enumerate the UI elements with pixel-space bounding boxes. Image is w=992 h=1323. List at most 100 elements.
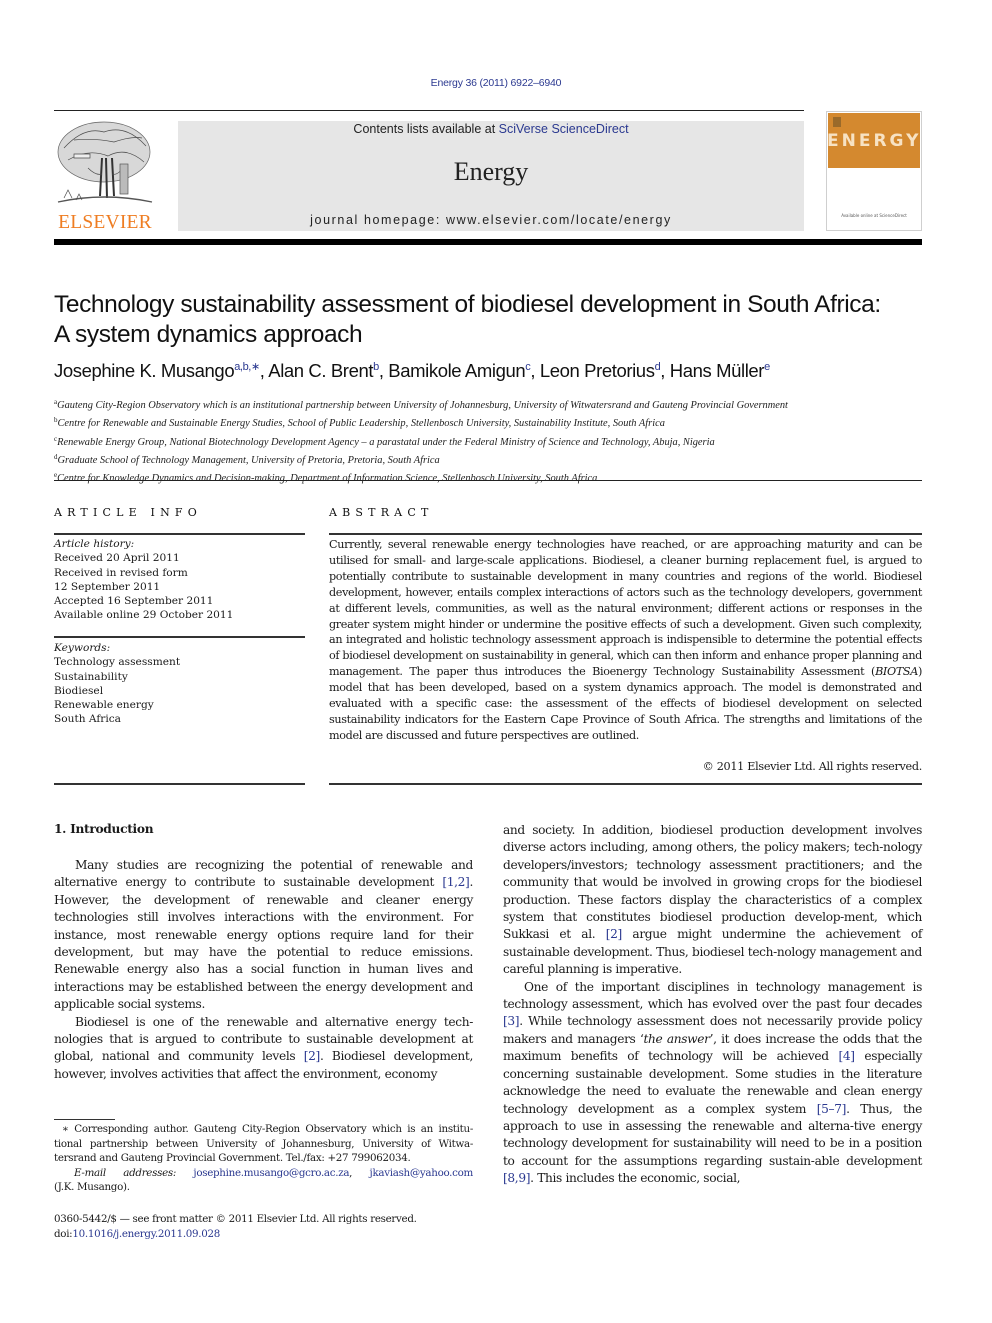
issn-line: 0360-5442/$ — see front matter © 2011 El… xyxy=(54,1213,417,1225)
front-matter: 0360-5442/$ — see front matter © 2011 El… xyxy=(54,1212,494,1241)
doi-link[interactable]: 10.1016/j.energy.2011.09.028 xyxy=(72,1228,220,1240)
author-affiliation-link[interactable]: a,b,∗ xyxy=(234,361,260,373)
history-label: Article history: xyxy=(54,538,135,550)
email-line: E-mail addresses: josephine.musango@gcro… xyxy=(74,1166,474,1179)
corresponding-author-footnote: ∗ Corresponding author. Gauteng City-Reg… xyxy=(54,1122,473,1195)
text: . This includes the economic, social, xyxy=(530,1171,741,1186)
paragraph: One of the important disciplines in tech… xyxy=(503,979,922,1188)
affiliation: dGraduate School of Technology Managemen… xyxy=(54,450,934,468)
history-item: Received 20 April 2011 xyxy=(54,552,180,565)
affiliation: bCentre for Renewable and Sustainable En… xyxy=(54,413,934,431)
email-link[interactable]: josephine.musango@gcro.ac.za xyxy=(193,1167,349,1179)
doi-prefix: doi: xyxy=(54,1227,73,1240)
affiliation-list: aGauteng City-Region Observatory which i… xyxy=(54,395,934,486)
author: Alan C. Brent xyxy=(268,360,374,381)
abstract-heading: ABSTRACT xyxy=(329,506,434,519)
abstract-model-name: BIOTSA xyxy=(875,665,918,679)
header-thick-rule xyxy=(54,239,922,245)
section-heading-introduction: 1. Introduction xyxy=(54,822,154,836)
abstract-part: Currently, several renewable energy tech… xyxy=(329,538,922,679)
affiliation: aGauteng City-Region Observatory which i… xyxy=(54,395,934,413)
reference-link[interactable]: [3] xyxy=(503,1014,520,1028)
title-line-2: A system dynamics approach xyxy=(54,321,363,348)
homepage-prefix: journal homepage: xyxy=(310,213,446,227)
reference-link[interactable]: [2] xyxy=(606,927,623,941)
article-info-heading: ARTICLE INFO xyxy=(54,506,202,519)
contents-line: Contents lists available at SciVerse Sci… xyxy=(178,122,804,136)
author-affiliation-link[interactable]: e xyxy=(764,361,770,373)
keywords: Keywords: Technology assessment Sustaina… xyxy=(54,641,305,727)
history-item: 12 September 2011 xyxy=(54,580,161,593)
affiliation-text: Centre for Renewable and Sustainable Ene… xyxy=(57,418,665,430)
title-line-1: Technology sustainability assessment of … xyxy=(54,291,881,318)
history-item: Available online 29 October 2011 xyxy=(54,609,234,622)
abstract-bottom-rule xyxy=(329,783,922,785)
affiliation-text: Gauteng City-Region Observatory which is… xyxy=(57,400,788,411)
author: Bamikole Amigun xyxy=(388,360,526,381)
reference-link[interactable]: [1,2] xyxy=(442,875,470,889)
reference-link[interactable]: [2] xyxy=(304,1049,321,1063)
author: Leon Pretorius xyxy=(539,360,655,381)
abstract-rule xyxy=(329,533,922,535)
affiliation-rule xyxy=(54,480,922,481)
journal-citation-link[interactable]: Energy 36 (2011) 6922–6940 xyxy=(0,77,992,89)
elsevier-wordmark: ELSEVIER xyxy=(58,212,152,233)
emphasis: the answer xyxy=(643,1031,710,1046)
affiliation-text: Renewable Energy Group, National Biotech… xyxy=(57,436,715,448)
text: and society. In addition, biodiesel prod… xyxy=(503,823,922,942)
contents-prefix: Contents lists available at xyxy=(353,122,499,136)
affiliation: cRenewable Energy Group, National Biotec… xyxy=(54,432,934,450)
reference-link[interactable]: [8,9] xyxy=(503,1171,531,1185)
author-separator: , xyxy=(378,360,389,381)
journal-cover-thumbnail[interactable]: ENERGY Available online at ScienceDirect xyxy=(826,111,922,231)
reference-link[interactable]: [4] xyxy=(838,1049,855,1063)
paragraph: and society. In addition, biodiesel prod… xyxy=(503,822,922,979)
body-column-left: Many studies are recognizing the potenti… xyxy=(54,857,473,1083)
abstract-text: Currently, several renewable energy tech… xyxy=(329,537,922,744)
journal-name: Energy xyxy=(453,157,529,186)
article-history: Article history: Received 20 April 2011 … xyxy=(54,537,305,623)
keywords-rule xyxy=(54,636,305,638)
cover-elsevier-mini-logo-icon xyxy=(833,117,841,127)
body-column-right: and society. In addition, biodiesel prod… xyxy=(503,822,922,1188)
history-item: Received in revised form xyxy=(54,566,188,579)
journal-homepage: journal homepage: www.elsevier.com/locat… xyxy=(178,213,804,227)
abstract-copyright: © 2011 Elsevier Ltd. All rights reserved… xyxy=(702,760,923,773)
email-label: E-mail addresses: xyxy=(74,1166,177,1179)
text: . However, the development of renewable … xyxy=(54,875,473,1012)
author: Josephine K. Musango xyxy=(54,360,235,381)
article-title: Technology sustainability assessment of … xyxy=(54,290,934,350)
email-link[interactable]: jkaviash@yahoo.com xyxy=(370,1167,474,1179)
keyword: Renewable energy xyxy=(54,699,154,712)
footnote-rule xyxy=(54,1119,115,1120)
history-item: Accepted 16 September 2011 xyxy=(54,595,214,608)
paragraph: Biodiesel is one of the renewable and al… xyxy=(54,1014,473,1084)
keyword: Sustainability xyxy=(54,670,128,683)
keyword: Biodiesel xyxy=(54,684,104,697)
corresponding-note: ∗ Corresponding author. Gauteng City-Reg… xyxy=(54,1123,473,1164)
author: Hans Müller xyxy=(669,360,765,381)
text: One of the important disciplines in tech… xyxy=(503,979,922,1012)
header-top-rule xyxy=(54,110,804,111)
cover-footer: Available online at ScienceDirect xyxy=(841,213,907,218)
doi-line: doi:10.1016/j.energy.2011.09.028 xyxy=(54,1227,494,1242)
affiliation-text: Graduate School of Technology Management… xyxy=(57,454,440,466)
author-separator: , xyxy=(259,360,269,381)
author-separator: , xyxy=(530,360,540,381)
cover-title: ENERGY xyxy=(827,131,922,151)
reference-link[interactable]: [5–7] xyxy=(817,1102,847,1116)
keyword: Technology assessment xyxy=(54,656,181,669)
author-list: Josephine K. Musangoa,b,∗, Alan C. Brent… xyxy=(54,360,934,382)
paragraph: Many studies are recognizing the potenti… xyxy=(54,857,473,1014)
article-info-rule xyxy=(54,533,305,535)
sciencedirect-link[interactable]: SciVerse ScienceDirect xyxy=(499,122,629,136)
email-owner: (J.K. Musango). xyxy=(54,1181,130,1193)
keyword: South Africa xyxy=(54,713,121,726)
text: Many studies are recognizing the potenti… xyxy=(54,858,473,890)
keywords-label: Keywords: xyxy=(54,642,111,654)
author-separator: , xyxy=(660,360,670,381)
affiliation: eCentre for Knowledge Dynamics and Decis… xyxy=(54,468,934,486)
affiliation-text: Centre for Knowledge Dynamics and Decisi… xyxy=(57,473,598,485)
article-info-bottom-rule xyxy=(54,783,305,785)
homepage-url[interactable]: www.elsevier.com/locate/energy xyxy=(446,213,672,227)
